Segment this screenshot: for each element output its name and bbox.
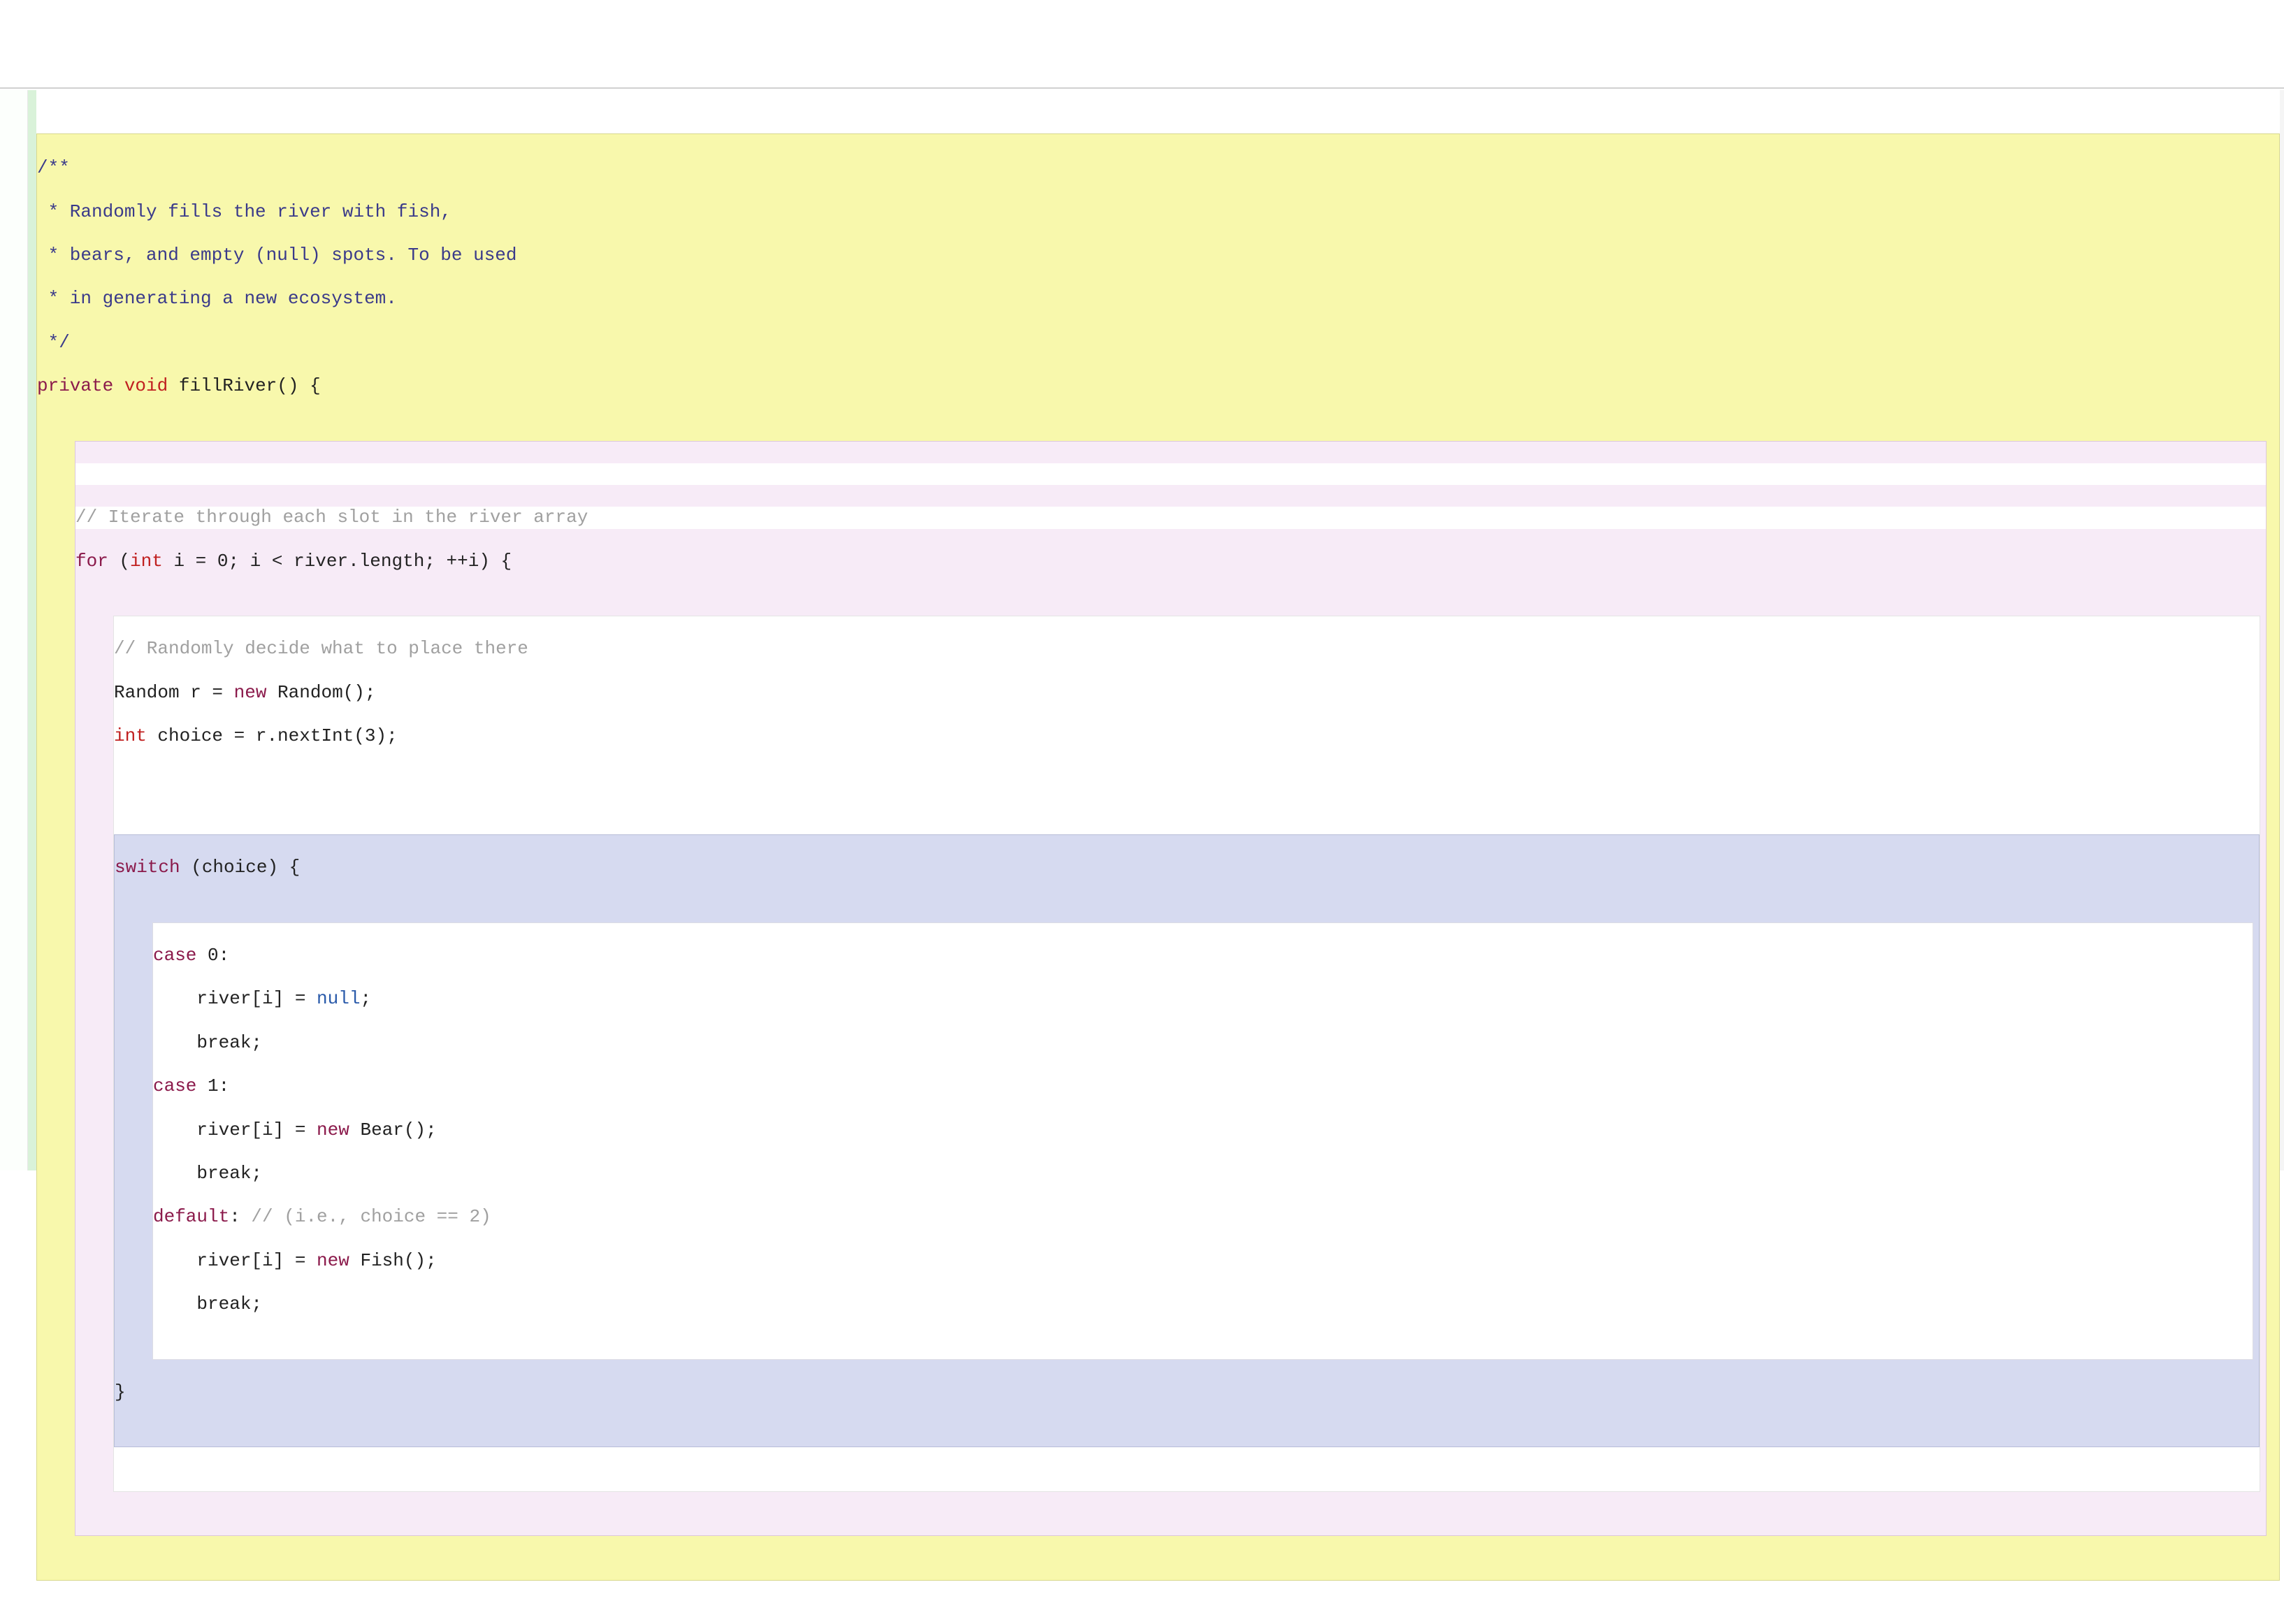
- keyword-default: default: [153, 1206, 229, 1227]
- keyword-case: case: [153, 1075, 196, 1096]
- change-marker: [28, 90, 36, 1170]
- keyword-for: for: [75, 551, 108, 572]
- for-condition: i = 0; i < river.length; ++i) {: [163, 551, 512, 572]
- text: Bear();: [349, 1119, 437, 1140]
- code-area: /** * Randomly fills the river with fish…: [36, 90, 2280, 1169]
- code-line: river[i] = new Bear();: [153, 1119, 2253, 1141]
- switch-block: switch (choice) { case 0: river[i] = nul…: [114, 834, 2260, 1447]
- code-line: river[i] = new Fish();: [153, 1250, 2253, 1272]
- text: river[i] =: [153, 1250, 317, 1271]
- text: Random();: [266, 682, 375, 703]
- switch-body: case 0: river[i] = null; break; case 1: …: [152, 922, 2253, 1360]
- keyword-null: null: [317, 988, 360, 1009]
- method-block: /** * Randomly fills the river with fish…: [36, 133, 2280, 1580]
- keyword-int: int: [130, 551, 163, 572]
- right-margin: [2280, 90, 2284, 1170]
- switch-header: switch (choice) {: [115, 857, 2259, 878]
- text: river[i] =: [153, 1119, 317, 1140]
- doc-comment-line: * in generating a new ecosystem.: [37, 288, 2279, 310]
- case-line: case 1:: [153, 1075, 2253, 1097]
- comment: // (i.e., choice == 2): [240, 1206, 491, 1227]
- switch-close: }: [115, 1382, 2259, 1403]
- code-line: Random r = new Random();: [114, 682, 2260, 704]
- comment-line: // Randomly decide what to place there: [114, 638, 2260, 660]
- blank-line: [114, 769, 2260, 791]
- text: 1:: [196, 1075, 229, 1096]
- line-gutter: [0, 90, 28, 1170]
- doc-comment-line: */: [37, 332, 2279, 354]
- text: :: [229, 1206, 240, 1227]
- keyword-new: new: [234, 682, 267, 703]
- code-viewer: /** * Randomly fills the river with fish…: [0, 87, 2284, 1169]
- text: 0:: [196, 945, 229, 966]
- method-name: fillRiver() {: [168, 375, 320, 396]
- for-body: // Randomly decide what to place there R…: [113, 616, 2260, 1492]
- doc-comment-line: * bears, and empty (null) spots. To be u…: [37, 245, 2279, 266]
- blank-line: [75, 463, 2266, 485]
- keyword-new: new: [317, 1250, 349, 1271]
- default-line: default: // (i.e., choice == 2): [153, 1206, 2253, 1228]
- break-line: break;: [153, 1293, 2253, 1315]
- for-header: for (int i = 0; i < river.length; ++i) {: [75, 551, 2266, 572]
- keyword-new: new: [317, 1119, 349, 1140]
- keyword-switch: switch: [115, 857, 180, 878]
- text: ;: [360, 988, 371, 1009]
- break-line: break;: [153, 1163, 2253, 1184]
- keyword-case: case: [153, 945, 196, 966]
- text: river[i] =: [153, 988, 317, 1009]
- keyword-private: private: [37, 375, 113, 396]
- break-line: break;: [153, 1032, 2253, 1054]
- keyword-int: int: [114, 725, 147, 746]
- text: choice = r.nextInt(3);: [147, 725, 398, 746]
- text: (: [108, 551, 130, 572]
- doc-comment-line: * Randomly fills the river with fish,: [37, 201, 2279, 223]
- keyword-void: void: [124, 375, 168, 396]
- code-line: int choice = r.nextInt(3);: [114, 725, 2260, 747]
- comment-line: // Iterate through each slot in the rive…: [75, 507, 2266, 528]
- text: Random r =: [114, 682, 234, 703]
- doc-comment-line: /**: [37, 157, 2279, 179]
- text: (choice) {: [180, 857, 301, 878]
- for-block: // Iterate through each slot in the rive…: [75, 441, 2267, 1536]
- method-signature: private void fillRiver() {: [37, 375, 2279, 397]
- text: Fish();: [349, 1250, 437, 1271]
- code-line: river[i] = null;: [153, 988, 2253, 1010]
- case-line: case 0:: [153, 945, 2253, 966]
